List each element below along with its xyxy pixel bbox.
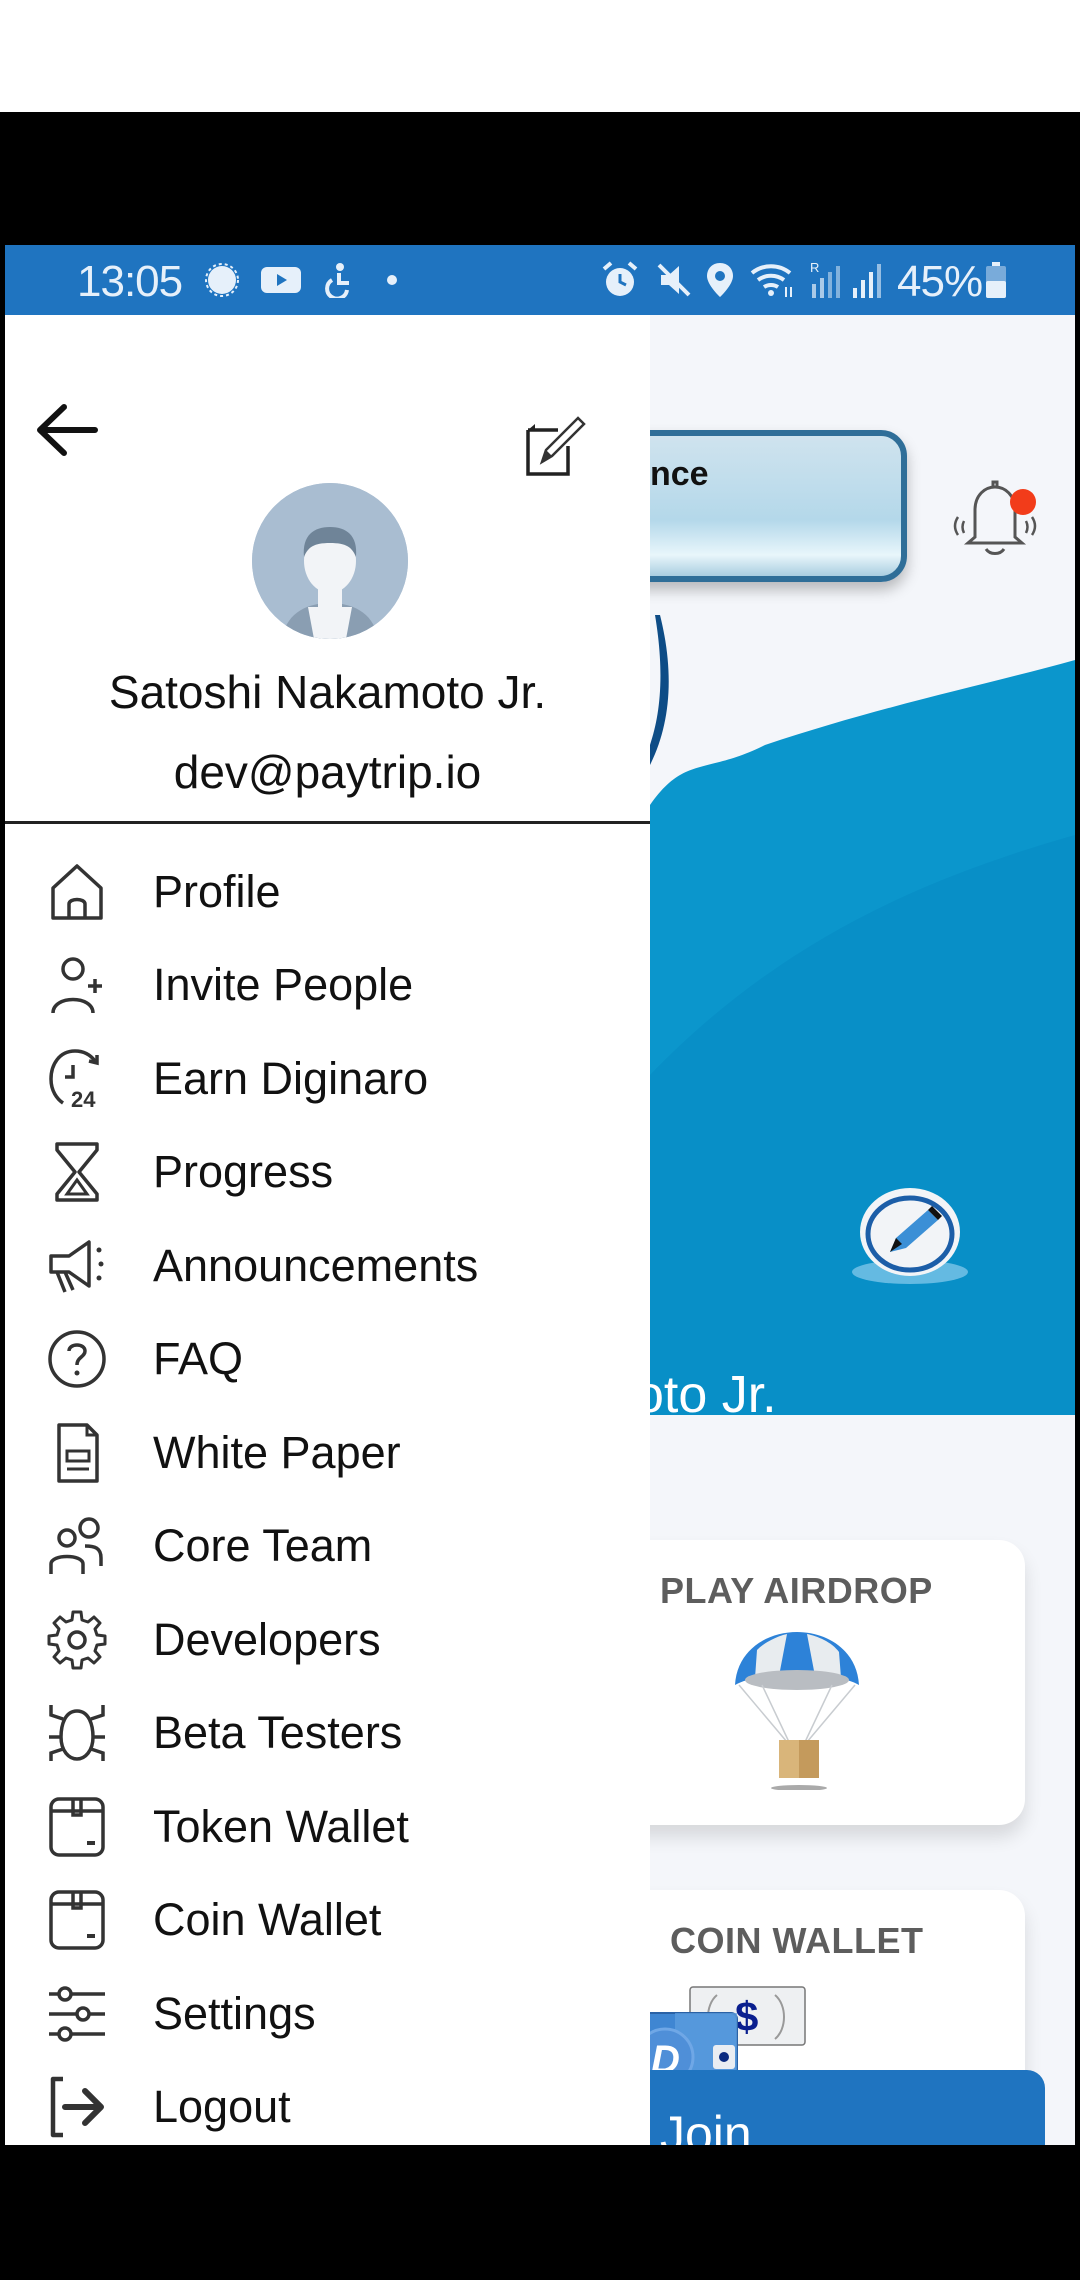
menu-item-progress[interactable]: Progress: [5, 1126, 650, 1220]
edit-profile-fab-icon[interactable]: [850, 1180, 970, 1290]
parachute-icon: [735, 1632, 859, 1790]
menu-item-coin-wallet[interactable]: Coin Wallet: [5, 1874, 650, 1968]
menu-label: Coin Wallet: [153, 1894, 382, 1946]
navigation-drawer: Satoshi Nakamoto Jr. dev@paytrip.io Prof…: [5, 315, 650, 2145]
play-airdrop-title: PLAY AIRDROP: [660, 1570, 933, 1611]
menu-item-core-team[interactable]: Core Team: [5, 1500, 650, 1594]
menu-item-invite-people[interactable]: Invite People: [5, 939, 650, 1033]
edit-profile-button[interactable]: [520, 410, 590, 480]
menu-label: Developers: [153, 1613, 381, 1665]
menu-label: Logout: [153, 2081, 291, 2133]
svg-text:$: $: [735, 1993, 758, 2040]
back-arrow-icon: [37, 404, 98, 456]
status-bar: 13:05 R 45%: [5, 245, 1075, 315]
location-icon: [705, 263, 735, 297]
bug-icon: [45, 1701, 109, 1765]
menu-item-token-wallet[interactable]: Token Wallet: [5, 1780, 650, 1874]
menu-item-announcements[interactable]: Announcements: [5, 1219, 650, 1313]
wallet-box-icon: [45, 1795, 109, 1859]
menu-label: FAQ: [153, 1333, 244, 1385]
dot-icon: [385, 263, 399, 297]
hourglass-icon: [45, 1140, 109, 1204]
notification-bell-icon[interactable]: [940, 465, 1050, 565]
megaphone-icon: [45, 1234, 109, 1298]
signal-icon: [851, 263, 885, 298]
wifi-icon: [750, 263, 796, 297]
svg-text:24: 24: [71, 1087, 96, 1111]
battery-percent: 45%: [897, 257, 983, 306]
menu-label: Profile: [153, 865, 281, 917]
accessibility-icon: [323, 263, 355, 298]
team-icon: [45, 1514, 109, 1578]
svg-text:R: R: [810, 260, 819, 275]
menu-label: White Paper: [153, 1426, 401, 1478]
mute-icon: [655, 263, 693, 297]
menu-item-settings[interactable]: Settings: [5, 1967, 650, 2061]
user-name: Satoshi Nakamoto Jr.: [108, 666, 547, 718]
menu-item-white-paper[interactable]: White Paper: [5, 1406, 650, 1500]
menu-item-beta-testers[interactable]: Beta Testers: [5, 1687, 650, 1781]
alarm-icon: [600, 261, 640, 297]
edit-note-icon: [526, 416, 586, 476]
roaming-signal-icon: R: [808, 260, 844, 298]
menu-item-developers[interactable]: Developers: [5, 1593, 650, 1687]
wallet-box-icon: [45, 1888, 109, 1952]
balance-label: nce: [650, 455, 709, 493]
menu-item-logout[interactable]: Logout: [5, 2061, 650, 2146]
join-button-label: Join: [660, 2106, 752, 2145]
header-divider: [5, 821, 650, 824]
avatar[interactable]: [252, 483, 408, 639]
menu-label: Earn Diginaro: [153, 1052, 429, 1104]
phone-screen: 13:05 R 45% nce oto Jr. PLAY AIRDROP COI…: [5, 245, 1075, 2145]
clock-24-icon: 24: [45, 1047, 109, 1111]
battery-icon: [985, 262, 1007, 298]
sliders-icon: [45, 1982, 109, 2046]
menu-label: Token Wallet: [153, 1800, 409, 1852]
menu-label: Beta Testers: [153, 1707, 403, 1759]
status-time: 13:05: [77, 257, 183, 306]
menu-item-earn-diginaro[interactable]: 24 Earn Diginaro: [5, 1032, 650, 1126]
user-email: dev@paytrip.io: [173, 746, 482, 798]
notification-badge: [1010, 489, 1036, 515]
question-circle-icon: [45, 1327, 109, 1391]
logout-icon: [45, 2075, 109, 2139]
menu-label: Core Team: [153, 1520, 373, 1572]
gear-icon: [45, 1608, 109, 1672]
youtube-icon: [260, 263, 302, 297]
document-icon: [45, 1421, 109, 1485]
home-icon: [45, 860, 109, 924]
menu-label: Invite People: [153, 959, 414, 1011]
default-avatar-icon: [252, 483, 408, 639]
menu-item-faq[interactable]: FAQ: [5, 1313, 650, 1407]
menu-item-profile[interactable]: Profile: [5, 845, 650, 939]
coin-wallet-title: COIN WALLET: [670, 1920, 924, 1961]
top-margin: [0, 0, 1080, 112]
add-user-icon: [45, 953, 109, 1017]
home-user-name: oto Jr.: [635, 1366, 777, 1424]
signal-messenger-icon: [205, 263, 239, 297]
menu-label: Announcements: [153, 1239, 479, 1291]
menu-label: Settings: [153, 1987, 316, 2039]
drawer-menu: Profile Invite People 24 Earn Diginaro P…: [5, 845, 650, 2145]
back-button[interactable]: [30, 395, 105, 465]
menu-label: Progress: [153, 1146, 334, 1198]
